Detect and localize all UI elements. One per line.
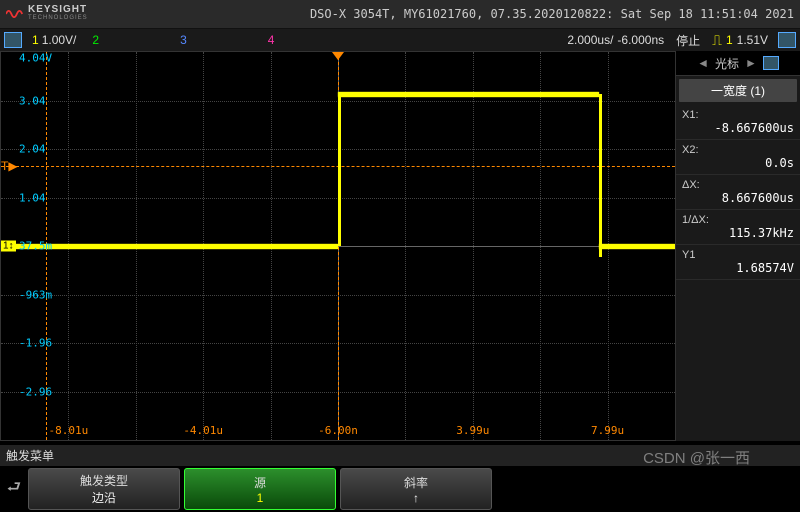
channel-2[interactable]: 2	[86, 33, 105, 47]
softkey-源[interactable]: 源1	[184, 468, 336, 510]
y-tick: 2.04	[19, 143, 46, 156]
readout-label: ΔX:	[682, 179, 794, 191]
cursor-mode-tab[interactable]: 一宽度 (1)	[679, 79, 797, 102]
ch1-scale: 1.00V/	[42, 33, 77, 47]
trigger-edge-icon: ⎍	[712, 32, 722, 49]
softkey-value: 边沿	[92, 489, 116, 506]
y-tick: -1.96	[19, 337, 52, 350]
cursor-panel: ◄ 光标 ► 一宽度 (1) X1:-8.667600usX2:0.0sΔX:8…	[676, 51, 800, 441]
x-tick: -6.00n	[318, 424, 358, 437]
channel-4[interactable]: 4	[262, 33, 281, 47]
x-tick: 7.99u	[591, 424, 624, 437]
timebase[interactable]: 2.000us/	[567, 33, 613, 47]
device-info: DSO-X 3054T, MY61021760, 07.35.202012082…	[96, 7, 794, 21]
softkey-斜率[interactable]: 斜率↑	[340, 468, 492, 510]
channel-3[interactable]: 3	[174, 33, 193, 47]
softkey-value: 1	[257, 491, 264, 505]
panel-menu-icon[interactable]	[763, 56, 779, 70]
softkey-label: 触发类型	[80, 472, 128, 489]
trigger-position-icon	[332, 52, 344, 60]
readout-value: 1.68574V	[682, 261, 794, 275]
title-bar: KEYSIGHT TECHNOLOGIES DSO-X 3054T, MY610…	[0, 0, 800, 29]
softkey-value: ↑	[413, 491, 419, 505]
cursor-panel-header: ◄ 光标 ►	[676, 51, 800, 76]
x-tick: 3.99u	[456, 424, 489, 437]
main-area: 1↕ T▶ 4.04V 3.04 2.04 1.04 37.5m -963m -…	[0, 51, 800, 441]
y-tick: 3.04	[19, 94, 46, 107]
readout-value: 8.667600us	[682, 191, 794, 205]
brand-sub: TECHNOLOGIES	[28, 14, 88, 23]
waveform-plot[interactable]: 1↕ T▶ 4.04V 3.04 2.04 1.04 37.5m -963m -…	[0, 51, 676, 441]
channel-1[interactable]: 1 1.00V/	[26, 33, 82, 47]
brand-logo: KEYSIGHT TECHNOLOGIES	[6, 5, 88, 23]
ch1-num: 1	[32, 33, 39, 47]
x-tick: -4.01u	[183, 424, 223, 437]
readout-label: 1/ΔX:	[682, 214, 794, 226]
readout-label: X2:	[682, 144, 794, 156]
cursor-title: 光标	[715, 55, 739, 72]
brand-name: KEYSIGHT	[28, 5, 88, 14]
cursor-readout: X1:-8.667600us	[676, 105, 800, 140]
chevron-left-icon[interactable]: ◄	[697, 56, 709, 70]
y-tick: 4.04V	[19, 51, 52, 64]
cursor-readout: Y11.68574V	[676, 245, 800, 280]
delay[interactable]: -6.000ns	[617, 33, 664, 47]
ch1-ground-indicator: 1↕	[1, 241, 16, 252]
y-tick: -963m	[19, 288, 52, 301]
keysight-wave-icon	[6, 7, 24, 21]
y-tick: -2.96	[19, 385, 52, 398]
cursor-readout: X2:0.0s	[676, 140, 800, 175]
readout-value: 115.37kHz	[682, 226, 794, 240]
bottom-menu: 触发菜单 ⮐ 触发类型边沿源1斜率↑	[0, 445, 800, 512]
softkey-触发类型[interactable]: 触发类型边沿	[28, 468, 180, 510]
channel-bar: 1 1.00V/ 2 3 4 2.000us/ -6.000ns 停止 ⎍ 1 …	[0, 29, 800, 51]
y-tick: 1.04	[19, 191, 46, 204]
trigger-level[interactable]: 1.51V	[737, 33, 768, 47]
back-arrow-icon[interactable]: ⮐	[4, 468, 24, 510]
softkey-label: 斜率	[404, 474, 428, 491]
trigger-channel[interactable]: 1	[726, 33, 733, 47]
chevron-right-icon[interactable]: ►	[745, 56, 757, 70]
cursor-readout: ΔX:8.667600us	[676, 175, 800, 210]
readout-value: 0.0s	[682, 156, 794, 170]
menu-icon[interactable]	[4, 32, 22, 48]
trigger-level-indicator: T▶	[1, 159, 18, 173]
x-tick: -8.01u	[49, 424, 89, 437]
run-status[interactable]: 停止	[676, 32, 700, 49]
readout-label: Y1	[682, 249, 794, 261]
softkey-label: 源	[254, 474, 266, 491]
y-tick: 37.5m	[19, 240, 52, 253]
readout-label: X1:	[682, 109, 794, 121]
readout-value: -8.667600us	[682, 121, 794, 135]
cursor-readout: 1/ΔX:115.37kHz	[676, 210, 800, 245]
menu-title: 触发菜单	[0, 445, 800, 466]
menu-icon-right[interactable]	[778, 32, 796, 48]
